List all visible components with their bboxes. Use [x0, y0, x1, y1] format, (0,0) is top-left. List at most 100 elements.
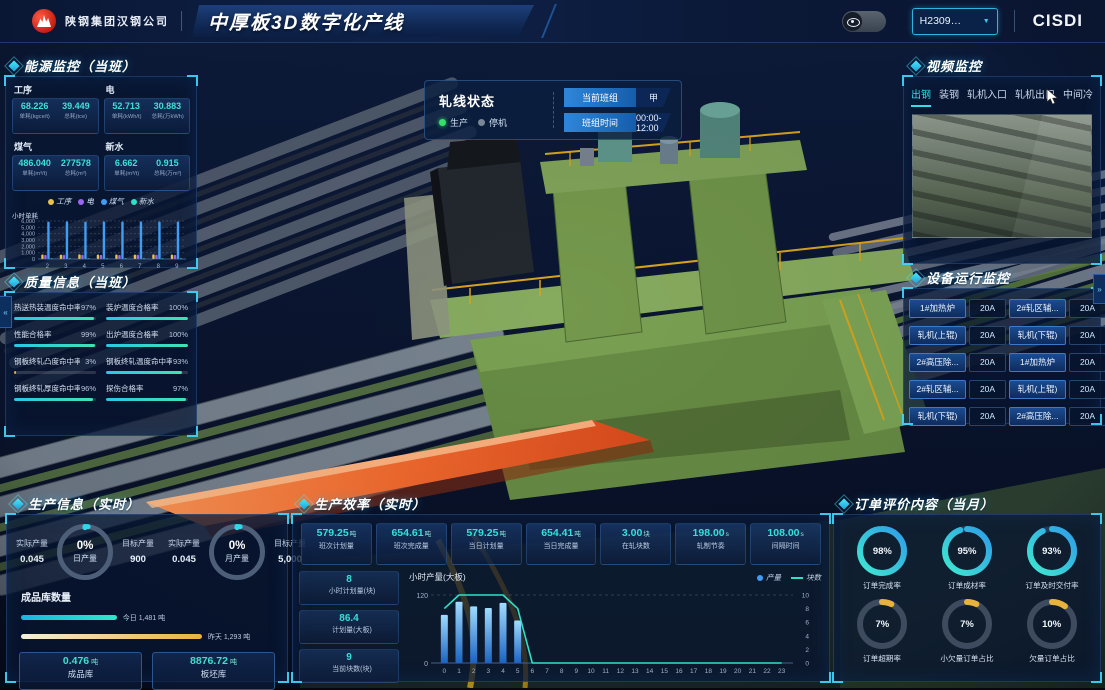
equipment-name: 2#轧区辅...	[1009, 299, 1066, 318]
energy-chart-legend: 工序 电 煤气 新水	[6, 196, 196, 207]
energy-card: 68.226单耗(kgce/t) 39.449总耗(tce)	[12, 98, 99, 134]
company-logo-icon	[32, 9, 56, 33]
equipment-name: 2#轧区辅...	[909, 380, 966, 399]
svg-text:14: 14	[646, 668, 654, 675]
stock-bar-yesterday: 昨天 1,293 吨	[21, 631, 287, 642]
equipment-name: 轧机(下辊)	[1009, 326, 1066, 345]
svg-text:22: 22	[763, 668, 771, 675]
svg-text:23: 23	[778, 668, 786, 675]
efficiency-panel: 579.25吨班次计划量 654.61吨班次完成量 579.25吨当日计划量 6…	[292, 514, 830, 682]
visibility-toggle[interactable]	[842, 11, 886, 32]
shift-time-badge: 班组时间 00:00-12:00	[564, 113, 671, 132]
equipment-name: 1#加热炉	[1009, 353, 1066, 372]
energy-card: 6.662单耗(m³/t) 0.915总耗(万m³)	[104, 155, 191, 191]
line-status-panel: 轧线状态 生产 停机 当前班组 甲 班组时间 00:00-12:00	[424, 80, 682, 140]
video-tab-mill-entry[interactable]: 轧机入口	[967, 86, 1007, 107]
video-panel: 出钢 装钢 轧机入口 轧机出口 中间冷 电加热	[903, 76, 1101, 264]
cisdi-logo: CISDI	[1033, 11, 1083, 31]
svg-text:3: 3	[487, 668, 491, 675]
slab-stock-box: 8876.72吨 板坯库	[152, 652, 275, 690]
order-donut: 7%小欠量订单占比	[925, 598, 1010, 664]
svg-text:6: 6	[805, 620, 809, 627]
side-card: 86.4计划量(大板)	[299, 610, 399, 644]
orders-panel-title: 订单评价内容（当月）	[840, 494, 994, 513]
equipment-value: 20A	[969, 353, 1006, 372]
svg-text:4: 4	[805, 633, 809, 640]
svg-text:13: 13	[631, 668, 639, 675]
stopped-dot-icon	[478, 119, 485, 126]
diamond-icon	[838, 498, 849, 509]
equipment-value: 20A	[1069, 380, 1105, 399]
video-feed[interactable]	[912, 114, 1092, 238]
svg-text:9: 9	[575, 668, 579, 675]
equipment-value: 20A	[969, 407, 1006, 426]
energy-card: 52.713单耗(kWh/t) 30.883总耗(万kWh)	[104, 98, 191, 134]
quality-panel-title: 质量信息（当班）	[10, 272, 136, 291]
svg-text:0: 0	[805, 661, 809, 668]
svg-text:6: 6	[120, 264, 124, 270]
energy-card: 486.040单耗(m³/t) 277578总耗(m³)	[12, 155, 99, 191]
production-dot-icon	[439, 119, 446, 126]
quality-item: 出炉温度合格率100%	[106, 329, 188, 347]
svg-text:2: 2	[46, 264, 50, 270]
svg-text:7: 7	[138, 264, 142, 270]
diamond-icon	[12, 498, 23, 509]
efficiency-side-cards: 8小时计划量(块) 86.4计划量(大板) 9当前块数(块)	[299, 571, 399, 683]
chart-title: 小时产量(大板)	[409, 571, 466, 583]
video-tab-tapping[interactable]: 出钢	[911, 86, 931, 107]
quality-panel: 热送热装温度命中率97% 装炉温度合格率100% 性能合格率99% 出炉温度合格…	[5, 292, 197, 436]
svg-text:2: 2	[472, 668, 476, 675]
order-donut: 7%订单超期率	[840, 598, 925, 664]
chart-legend: 产量 块数	[757, 572, 821, 583]
quality-items: 热送热装温度命中率97% 装炉温度合格率100% 性能合格率99% 出炉温度合格…	[6, 293, 196, 401]
diamond-icon	[910, 272, 921, 283]
shift-team-badge: 当前班组 甲	[564, 88, 671, 107]
svg-text:11: 11	[602, 668, 609, 675]
header-divider	[181, 11, 182, 31]
video-tab-mill-exit[interactable]: 轧机出口	[1015, 86, 1055, 107]
quality-item: 钢板终轧厚度命中率96%	[14, 383, 96, 401]
diamond-icon	[910, 60, 921, 71]
video-tab-intercooling[interactable]: 中间冷	[1063, 86, 1093, 107]
equipment-value: 20A	[1069, 353, 1105, 372]
equipment-name: 2#高压除...	[909, 353, 966, 372]
svg-text:12: 12	[617, 668, 625, 675]
daily-output-gauge: 实际产量0.045 0%日产量 目标产量900	[9, 523, 161, 581]
hourly-output-chart-block: 小时产量(大板) 产量 块数 1200024681001234567891011…	[407, 571, 823, 683]
monthly-output-gauge: 实际产量0.045 0%月产量 目标产量5,000	[161, 523, 313, 581]
line-status-title: 轧线状态	[439, 91, 543, 110]
quality-item: 探伤合格率97%	[106, 383, 188, 401]
hourly-output-chart: 1200024681001234567891011121314151617181…	[407, 583, 819, 683]
dashboard: 陕钢集团汉钢公司 中厚板3D数字化产线 H2309… ▼ CISDI 轧线状态 …	[0, 0, 1105, 688]
diamond-icon	[8, 60, 19, 71]
legend-stopped-label: 停机	[489, 116, 507, 129]
metric-card: 579.25吨当日计划量	[451, 523, 522, 565]
chevron-down-icon: ▼	[983, 18, 990, 25]
svg-text:0: 0	[443, 668, 447, 675]
svg-text:1,000: 1,000	[21, 251, 35, 257]
order-donut: 95%订单成材率	[925, 525, 1010, 591]
device-selector-dropdown[interactable]: H2309… ▼	[912, 8, 998, 35]
svg-text:10: 10	[587, 668, 595, 675]
left-panel-expander[interactable]: «	[0, 296, 12, 328]
right-panel-expander[interactable]: »	[1093, 274, 1105, 304]
page-title-plate: 中厚板3D数字化产线	[192, 5, 534, 37]
metric-card: 654.61吨班次完成量	[376, 523, 447, 565]
energy-panel-title: 能源监控（当班）	[10, 56, 136, 75]
svg-text:4,000: 4,000	[21, 232, 35, 238]
svg-text:5: 5	[516, 668, 520, 675]
equipment-value: 20A	[1069, 326, 1105, 345]
equipment-name: 1#加热炉	[909, 299, 966, 318]
legend-production-label: 生产	[450, 116, 468, 129]
equipment-name: 轧机(上辊)	[1009, 380, 1066, 399]
order-donuts: 98%订单完成率 95%订单成材率 93%订单及时交付率 7%订单超期率 7%小…	[834, 515, 1100, 664]
header-controls: H2309… ▼ CISDI	[842, 0, 1105, 42]
equipment-value: 20A	[969, 380, 1006, 399]
energy-cards: 工序 68.226单耗(kgce/t) 39.449总耗(tce) 电 52.7…	[6, 77, 196, 191]
svg-text:9: 9	[175, 264, 179, 270]
svg-text:21: 21	[749, 668, 757, 675]
video-tab-charging[interactable]: 装钢	[939, 86, 959, 107]
quality-item: 钢板终轧温度命中率93%	[106, 356, 188, 374]
svg-text:120: 120	[416, 593, 428, 600]
svg-text:4: 4	[83, 264, 87, 270]
